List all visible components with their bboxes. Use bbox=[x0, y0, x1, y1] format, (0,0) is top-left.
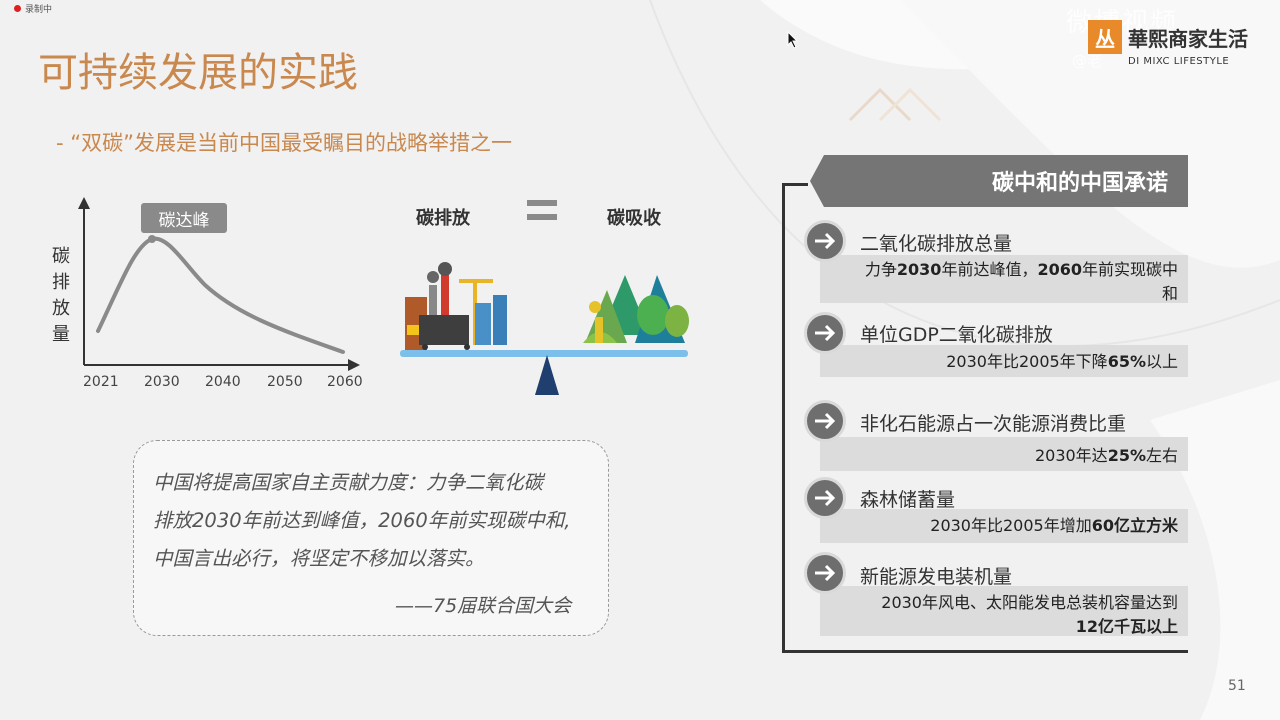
commitment-desc: 2030年比2005年增加60亿立方米 bbox=[930, 516, 1178, 535]
brand-name: 華熙商家生活 bbox=[1128, 26, 1248, 51]
mouse-cursor-icon bbox=[787, 31, 799, 49]
commitment-desc: 2030年风电、太阳能发电总装机容量达到 12亿千瓦以上 bbox=[881, 593, 1178, 636]
scale-beam bbox=[400, 350, 688, 357]
commitment-desc: 2030年达25%左右 bbox=[1034, 446, 1178, 465]
arrow-right-icon bbox=[804, 220, 846, 262]
recording-label: 录制中 bbox=[25, 5, 53, 15]
equals-sign-icon bbox=[527, 200, 557, 228]
commitment-title: 新能源发电装机量 bbox=[860, 566, 1013, 588]
commitment-title: 二氧化碳排放总量 bbox=[860, 233, 1013, 255]
factory-icon bbox=[405, 262, 507, 352]
scale-fulcrum-icon bbox=[535, 355, 559, 395]
quote-source: ——75届联合国大会 bbox=[395, 595, 572, 617]
y-axis-label: 碳排放量 bbox=[52, 246, 70, 345]
commitment-desc: 力争2030年前达峰值，2060年前实现碳中和 bbox=[864, 260, 1178, 303]
record-dot-icon bbox=[14, 5, 21, 12]
page-number: 51 bbox=[1228, 678, 1246, 694]
arrow-right-icon bbox=[804, 477, 846, 519]
x-tick-2050: 2050 bbox=[267, 374, 303, 390]
balance-scale-illustration bbox=[400, 262, 689, 395]
emission-label: 碳排放 bbox=[416, 208, 470, 229]
commitment-desc: 2030年比2005年下降65%以上 bbox=[946, 352, 1178, 371]
quote-line: 中国言出必行，将坚定不移加以落实。 bbox=[153, 547, 485, 570]
commitments-header: 碳中和的中国承诺 bbox=[810, 155, 1188, 207]
commitment-title: 非化石能源占一次能源消费比重 bbox=[860, 413, 1127, 435]
panel-frame-corner bbox=[782, 183, 808, 186]
brand-logo-icon: 丛 bbox=[1088, 20, 1122, 54]
slide-subtitle: - “双碳”发展是当前中国最受瞩目的战略举措之一 bbox=[56, 131, 513, 155]
commitment-title: 单位GDP二氧化碳排放 bbox=[860, 324, 1053, 346]
x-tick-2040: 2040 bbox=[205, 374, 241, 390]
brand-logo-group: 丛 華熙商家生活 bbox=[1088, 20, 1248, 54]
absorption-label: 碳吸收 bbox=[607, 208, 661, 229]
forest-icon bbox=[583, 275, 689, 343]
recording-indicator: 录制中 bbox=[14, 2, 52, 15]
quote-text: 中国将提高国家自主贡献力度：力争二氧化碳 排放2030年前达到峰值，2060年前… bbox=[153, 464, 593, 578]
peak-point bbox=[148, 235, 156, 243]
commitment-title: 森林储蓄量 bbox=[860, 489, 956, 511]
x-tick-2060: 2060 bbox=[327, 374, 363, 390]
arrow-right-icon bbox=[804, 400, 846, 442]
x-tick-2030: 2030 bbox=[144, 374, 180, 390]
y-axis-arrow-icon bbox=[78, 197, 90, 209]
quote-line: 中国将提高国家自主贡献力度：力争二氧化碳 bbox=[153, 471, 544, 494]
quote-line: 排放2030年前达到峰值，2060年前实现碳中和, bbox=[153, 509, 571, 532]
x-axis-arrow-icon bbox=[348, 359, 360, 371]
slide-title: 可持续发展的实践 bbox=[38, 50, 358, 96]
emission-curve bbox=[96, 236, 345, 354]
x-tick-2021: 2021 bbox=[83, 374, 119, 390]
arrow-right-icon bbox=[804, 312, 846, 354]
brand-subtitle: DI MIXC LIFESTYLE bbox=[1128, 56, 1230, 67]
arrow-right-icon bbox=[804, 552, 846, 594]
peak-label: 碳达峰 bbox=[141, 203, 227, 233]
